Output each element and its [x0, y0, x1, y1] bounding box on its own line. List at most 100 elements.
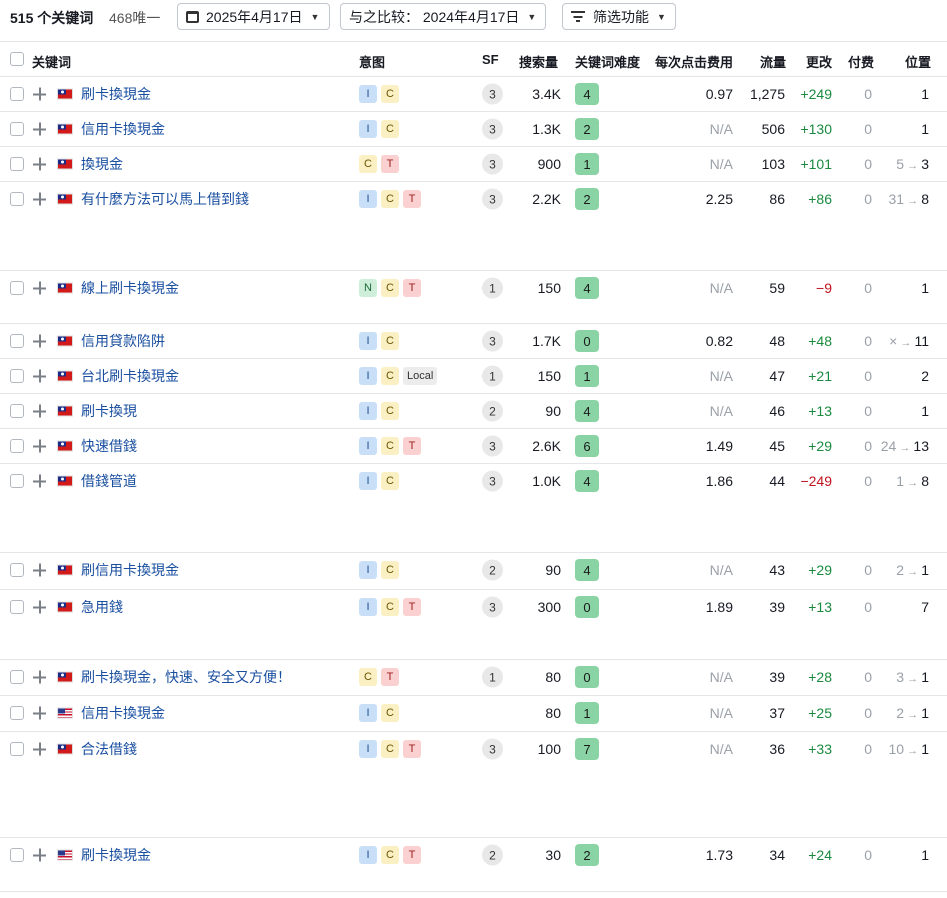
expand-plus-icon[interactable] [33, 334, 46, 348]
expand-plus-icon[interactable] [33, 192, 46, 206]
row-checkbox[interactable] [10, 600, 24, 614]
position-value: 1 [921, 121, 929, 137]
keyword-link[interactable]: 信用卡換現金 [81, 703, 165, 723]
col-volume[interactable]: 搜索量 [519, 52, 558, 71]
current-position: 1 [921, 86, 929, 102]
intent-badges: IC [359, 561, 399, 579]
serp-features-count[interactable]: 3 [482, 596, 503, 618]
serp-features-count[interactable]: 1 [482, 277, 503, 299]
taiwan-flag-icon [57, 440, 73, 452]
keyword-link[interactable]: 刷卡換現金 [81, 84, 151, 104]
serp-features-count[interactable]: 2 [482, 400, 503, 422]
col-position[interactable]: 位置 [905, 52, 931, 71]
col-sf[interactable]: SF [482, 52, 499, 67]
cpc-value: 1.86 [705, 473, 733, 489]
row-checkbox[interactable] [10, 706, 24, 720]
date-picker-button[interactable]: 2025年4月17日 ▼ [177, 3, 330, 30]
keyword-link[interactable]: 快速借錢 [81, 436, 137, 456]
row-checkbox[interactable] [10, 474, 24, 488]
col-traffic[interactable]: 流量 [760, 52, 786, 71]
row-checkbox[interactable] [10, 848, 24, 862]
traffic-value: 47 [769, 368, 785, 384]
intent-badge-c: C [381, 704, 399, 722]
keyword-link[interactable]: 急用錢 [81, 597, 123, 617]
expand-plus-icon[interactable] [33, 474, 46, 488]
select-all-checkbox[interactable] [10, 52, 24, 66]
col-keyword[interactable]: 关键词 [32, 52, 71, 71]
serp-features-count[interactable]: 2 [482, 844, 503, 866]
serp-features-count[interactable]: 3 [482, 738, 503, 760]
paid-value: 0 [864, 741, 872, 757]
row-checkbox[interactable] [10, 439, 24, 453]
compare-date-button[interactable]: 与之比较： 2024年4月17日 ▼ [340, 3, 546, 30]
keyword-link[interactable]: 信用貸款陷阱 [81, 331, 165, 351]
expand-plus-icon[interactable] [33, 848, 46, 862]
search-volume: 1.0K [532, 473, 561, 489]
keyword-link[interactable]: 合法借錢 [81, 739, 137, 759]
keyword-link[interactable]: 線上刷卡換現金 [81, 278, 179, 298]
expand-plus-icon[interactable] [33, 670, 46, 684]
traffic-value: 39 [769, 599, 785, 615]
search-volume: 3.4K [532, 86, 561, 102]
caret-down-icon: ▼ [527, 11, 537, 22]
expand-plus-icon[interactable] [33, 122, 46, 136]
keyword-difficulty: 4 [575, 559, 599, 581]
intent-badge-i: I [359, 704, 377, 722]
filter-button[interactable]: 筛选功能 ▼ [562, 3, 676, 30]
keyword-link[interactable]: 有什麼方法可以馬上借到錢 [81, 189, 249, 209]
row-checkbox[interactable] [10, 670, 24, 684]
serp-features-count[interactable]: 3 [482, 435, 503, 457]
row-checkbox[interactable] [10, 192, 24, 206]
expand-plus-icon[interactable] [33, 404, 46, 418]
col-cpc[interactable]: 每次点击费用 [655, 52, 733, 71]
keyword-link[interactable]: 刷信用卡換現金 [81, 560, 179, 580]
paid-value: 0 [864, 156, 872, 172]
row-checkbox[interactable] [10, 334, 24, 348]
keyword-link[interactable]: 換現金 [81, 154, 123, 174]
row-checkbox[interactable] [10, 122, 24, 136]
serp-features-count[interactable]: 3 [482, 83, 503, 105]
expand-plus-icon[interactable] [33, 157, 46, 171]
row-checkbox[interactable] [10, 369, 24, 383]
keyword-link[interactable]: 台北刷卡換現金 [81, 366, 179, 386]
row-checkbox[interactable] [10, 742, 24, 756]
row-checkbox[interactable] [10, 281, 24, 295]
row-checkbox[interactable] [10, 87, 24, 101]
expand-plus-icon[interactable] [33, 600, 46, 614]
keyword-link[interactable]: 借錢管道 [81, 471, 137, 491]
expand-plus-icon[interactable] [33, 439, 46, 453]
col-paid[interactable]: 付费 [848, 52, 874, 71]
serp-features-count[interactable]: 3 [482, 118, 503, 140]
keyword-link[interactable]: 刷卡換現金 [81, 845, 151, 865]
paid-value: 0 [864, 705, 872, 721]
row-checkbox[interactable] [10, 404, 24, 418]
row-checkbox[interactable] [10, 157, 24, 171]
serp-features-count[interactable]: 3 [482, 470, 503, 492]
expand-plus-icon[interactable] [33, 281, 46, 295]
col-change[interactable]: 更改 [806, 52, 832, 71]
keyword-link[interactable]: 信用卡換現金 [81, 119, 165, 139]
serp-features-count[interactable]: 3 [482, 153, 503, 175]
keyword-count-title: 515 个关键词 [10, 10, 94, 26]
keyword-link[interactable]: 刷卡換現金，快速、安全又方便！ [81, 667, 291, 687]
intent-badge-c: C [381, 740, 399, 758]
serp-features-count[interactable]: 2 [482, 559, 503, 581]
expand-plus-icon[interactable] [33, 742, 46, 756]
serp-features-count[interactable]: 3 [482, 188, 503, 210]
taiwan-flag-icon [57, 370, 73, 382]
intent-badge-c: C [381, 120, 399, 138]
intent-badges: ICT [359, 846, 421, 864]
row-checkbox[interactable] [10, 563, 24, 577]
serp-features-count[interactable]: 3 [482, 330, 503, 352]
serp-features-count[interactable]: 1 [482, 365, 503, 387]
intent-badge-c: C [381, 846, 399, 864]
expand-plus-icon[interactable] [33, 369, 46, 383]
col-kd[interactable]: 关键词难度 [575, 52, 640, 71]
expand-plus-icon[interactable] [33, 563, 46, 577]
expand-plus-icon[interactable] [33, 87, 46, 101]
col-intent[interactable]: 意图 [359, 52, 385, 71]
expand-plus-icon[interactable] [33, 706, 46, 720]
serp-features-count[interactable]: 1 [482, 666, 503, 688]
keyword-link[interactable]: 刷卡換現 [81, 401, 137, 421]
traffic-change: +29 [808, 438, 832, 454]
